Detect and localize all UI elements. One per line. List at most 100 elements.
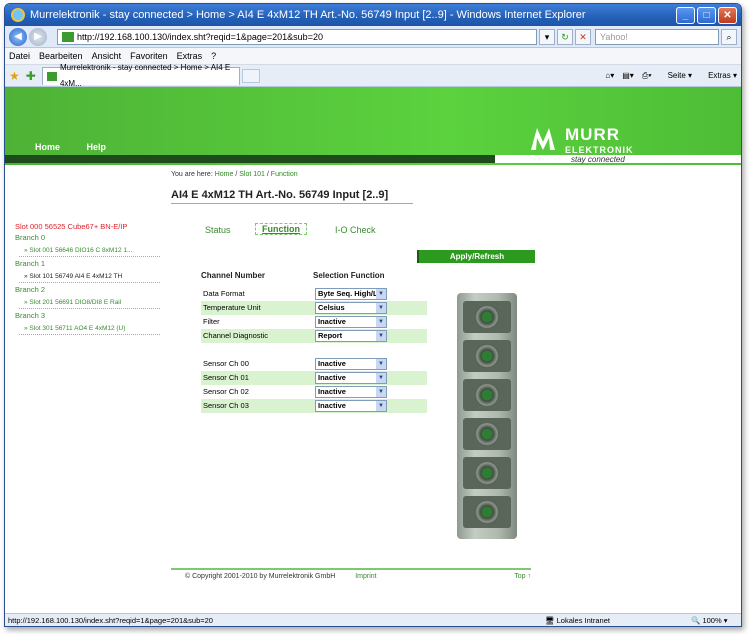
top-nav: Home Help [35, 142, 130, 152]
refresh-icon[interactable]: ↻ [557, 28, 573, 45]
home-icon[interactable]: ⌂▾ [605, 71, 614, 80]
logo-murr: MURR [565, 125, 620, 144]
extras-menu[interactable]: Extras ▾ [700, 71, 737, 80]
site-favicon-icon [62, 31, 74, 42]
connector-segment [463, 496, 511, 528]
setting-row-sensor-ch-01: Sensor Ch 01 Inactive ▼ [201, 371, 427, 385]
setting-row-sensor-ch-03: Sensor Ch 03 Inactive ▼ [201, 399, 427, 413]
address-bar: ◀ ▶ http://192.168.100.130/index.sht?req… [5, 26, 741, 48]
search-input[interactable]: Yahoo! [595, 28, 719, 45]
temperature-unit-select[interactable]: Celsius ▼ [315, 302, 387, 314]
footer-divider [171, 568, 531, 570]
breadcrumb-home[interactable]: Home [215, 171, 234, 178]
murr-logo-icon [531, 128, 555, 150]
chevron-down-icon: ▼ [376, 401, 386, 411]
nav-dark-bar [5, 155, 495, 163]
sidebar-branch-2[interactable]: Branch 2 [15, 285, 160, 294]
setting-row-filter: Filter Inactive ▼ [201, 315, 427, 329]
tab-io-check[interactable]: I-O Check [335, 225, 376, 235]
tab-favicon-icon [46, 71, 57, 81]
breadcrumb: You are here: Home / Slot 101 / Function [171, 171, 298, 178]
breadcrumb-page[interactable]: Function [271, 171, 298, 178]
sidebar-item-slot-201[interactable]: » Slot 201 56691 DIO8/DI8 E Rail [19, 297, 160, 309]
module-device-image [457, 293, 517, 539]
imprint-link[interactable]: Imprint [355, 573, 376, 580]
sensor-ch-00-select[interactable]: Inactive ▼ [315, 358, 387, 370]
channel-diagnostic-select[interactable]: Report ▼ [315, 330, 387, 342]
back-button[interactable]: ◀ [9, 27, 27, 46]
maximize-button[interactable]: □ [697, 6, 716, 24]
menu-file[interactable]: Datei [9, 51, 30, 61]
filter-select[interactable]: Inactive ▼ [315, 316, 387, 328]
footer: © Copyright 2001-2010 by Murrelektronik … [185, 573, 531, 580]
sidebar-item-slot-001[interactable]: » Slot 001 56646 DIO16 C 8xM12 1... [19, 245, 160, 257]
connector-segment [463, 379, 511, 411]
sidebar-branch-1[interactable]: Branch 1 [15, 259, 160, 268]
dropdown-icon[interactable]: ▾ [539, 28, 555, 45]
url-input[interactable]: http://192.168.100.130/index.sht?reqid=1… [57, 28, 537, 45]
chevron-down-icon: ▼ [376, 373, 386, 383]
chevron-down-icon: ▼ [376, 359, 386, 369]
add-favorites-icon[interactable]: ✚ [26, 69, 36, 83]
breadcrumb-slot[interactable]: Slot 101 [239, 171, 265, 178]
data-format-select[interactable]: Byte Seq. High/L ▼ [315, 288, 387, 300]
command-bar: ⌂▾ ▤▾ ⎙▾ Seite ▾ Extras ▾ [597, 71, 741, 81]
nav-help[interactable]: Help [87, 142, 107, 152]
title-bar: Murrelektronik - stay connected > Home >… [5, 4, 741, 26]
chevron-down-icon: ▼ [376, 317, 386, 327]
setting-row-temperature-unit: Temperature Unit Celsius ▼ [201, 301, 427, 315]
setting-row-channel-diagnostic: Channel Diagnostic Report ▼ [201, 329, 427, 343]
ie-logo-icon [11, 8, 25, 22]
print-icon[interactable]: ⎙▾ [642, 71, 652, 81]
minimize-button[interactable]: _ [676, 6, 695, 24]
connector-segment [463, 418, 511, 450]
url-text: http://192.168.100.130/index.sht?reqid=1… [77, 31, 323, 42]
forward-button[interactable]: ▶ [29, 27, 47, 46]
sensor-ch-03-select[interactable]: Inactive ▼ [315, 400, 387, 412]
status-url: http://192.168.100.130/index.sht?reqid=1… [8, 616, 213, 625]
channel-number-header: Channel Number [201, 271, 266, 280]
sidebar-branch-0[interactable]: Branch 0 [15, 233, 160, 242]
security-zone: 🖥 Lokales Intranet [545, 616, 610, 625]
chevron-down-icon: ▼ [376, 387, 386, 397]
browser-window: Murrelektronik - stay connected > Home >… [4, 3, 742, 627]
nav-home[interactable]: Home [35, 142, 60, 152]
feeds-icon[interactable]: ▤▾ [622, 71, 634, 80]
chevron-down-icon: ▼ [376, 303, 386, 313]
tab-status[interactable]: Status [205, 225, 231, 235]
chevron-down-icon: ▼ [376, 289, 386, 299]
tab-bar: ★ ✚ Murrelektronik - stay connected > Ho… [5, 63, 741, 88]
top-link[interactable]: Top ↑ [514, 573, 531, 580]
window-title: Murrelektronik - stay connected > Home >… [30, 9, 586, 21]
zoom-level[interactable]: 🔍 100% ▾ [691, 614, 727, 626]
sensor-ch-01-select[interactable]: Inactive ▼ [315, 372, 387, 384]
title-divider [171, 203, 413, 204]
slogan: stay connected [571, 155, 625, 164]
browser-tab[interactable]: Murrelektronik - stay connected > Home >… [41, 63, 240, 88]
apply-refresh-button[interactable]: Apply/Refresh [417, 250, 535, 263]
connector-segment [463, 301, 511, 333]
sensor-ch-02-select[interactable]: Inactive ▼ [315, 386, 387, 398]
new-tab-button[interactable] [241, 68, 260, 83]
search-icon[interactable]: ⌕ [721, 28, 737, 45]
sidebar-slot-head[interactable]: Slot 000 56525 Cube67+ BN-E/IP [15, 222, 160, 231]
tab-function[interactable]: Function [255, 223, 307, 235]
chevron-down-icon: ▼ [376, 331, 386, 341]
favorites-star-icon[interactable]: ★ [9, 69, 20, 83]
connector-segment [463, 457, 511, 489]
sidebar: Slot 000 56525 Cube67+ BN-E/IP Branch 0 … [15, 222, 160, 335]
page-content: Home Help MURR ELEKTRONIK stay connected… [5, 87, 741, 613]
setting-row-sensor-ch-02: Sensor Ch 02 Inactive ▼ [201, 385, 427, 399]
stop-icon[interactable]: ✕ [575, 28, 591, 45]
setting-row-data-format: Data Format Byte Seq. High/L ▼ [201, 287, 427, 301]
page-menu[interactable]: Seite ▾ [660, 71, 692, 80]
page-title: AI4 E 4xM12 TH Art.-No. 56749 Input [2..… [171, 189, 389, 201]
close-button[interactable]: ✕ [718, 6, 737, 24]
logo-elektronik: ELEKTRONIK [565, 145, 634, 155]
connector-segment [463, 340, 511, 372]
sidebar-item-slot-101[interactable]: » Slot 101 56749 AI4 E 4xM12 TH [19, 271, 160, 283]
logo: MURR ELEKTRONIK [565, 125, 634, 155]
sidebar-item-slot-301[interactable]: » Slot 301 56711 AO4 E 4xM12 (U) [19, 323, 160, 335]
selection-function-header: Selection Function [313, 271, 385, 280]
sidebar-branch-3[interactable]: Branch 3 [15, 311, 160, 320]
